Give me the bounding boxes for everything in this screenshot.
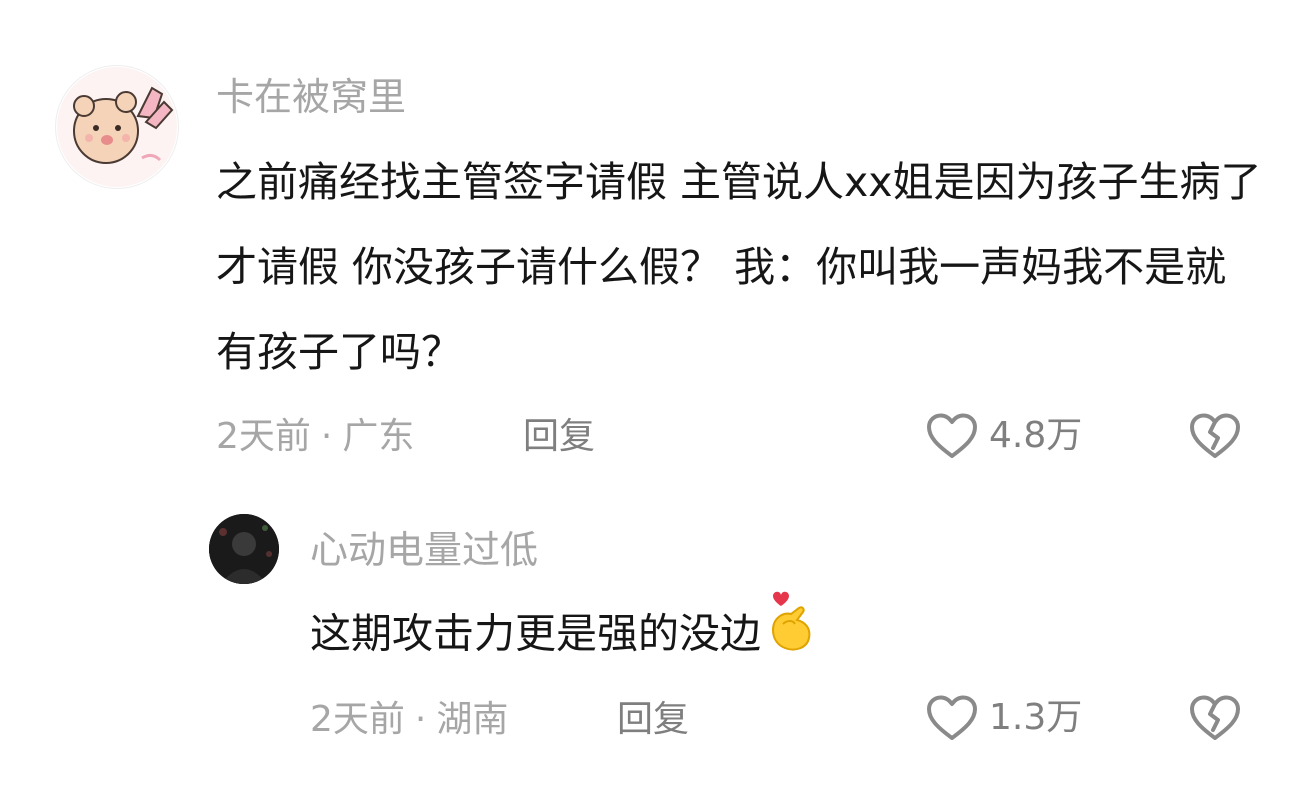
meta-separator: · (414, 699, 427, 740)
comment-author[interactable]: 心动电量过低 (310, 525, 538, 575)
comment-text: 这期攻击力更是强的没边 (310, 590, 1210, 683)
like-button[interactable]: 4.8万 (925, 410, 1082, 462)
finger-heart-emoji-icon (765, 590, 817, 683)
broken-heart-icon (1190, 695, 1240, 740)
comment-text: 之前痛经找主管签字请假 主管说人xx姐是因为孩子生病了才请假 你没孩子请什么假？… (216, 158, 1262, 376)
cartoon-bear-avatar-icon (57, 67, 177, 187)
dislike-button[interactable] (1188, 694, 1242, 742)
dislike-button[interactable] (1188, 412, 1242, 460)
like-button[interactable]: 1.3万 (925, 692, 1082, 744)
comment-location: 湖南 (436, 699, 509, 740)
comment-text-content: 这期攻击力更是强的没边 (310, 609, 761, 658)
comment-time: 2天前 (310, 699, 405, 740)
comment-location: 广东 (342, 416, 415, 457)
broken-heart-icon (1190, 413, 1240, 458)
comment-meta: 2天前 · 湖南 (310, 695, 508, 745)
comment-meta: 2天前 · 广东 (216, 412, 414, 462)
avatar[interactable] (55, 65, 179, 189)
dark-photo-avatar-icon (209, 514, 279, 584)
meta-separator: · (320, 416, 333, 457)
reply-button[interactable]: 回复 (523, 412, 595, 462)
reply-button[interactable]: 回复 (617, 695, 689, 745)
like-count: 1.3万 (989, 697, 1083, 738)
heart-icon (927, 695, 977, 740)
comment-author[interactable]: 卡在被窝里 (216, 72, 406, 122)
avatar[interactable] (209, 514, 279, 584)
heart-icon (927, 413, 977, 458)
comment-time: 2天前 (216, 416, 311, 457)
like-count: 4.8万 (989, 415, 1083, 456)
